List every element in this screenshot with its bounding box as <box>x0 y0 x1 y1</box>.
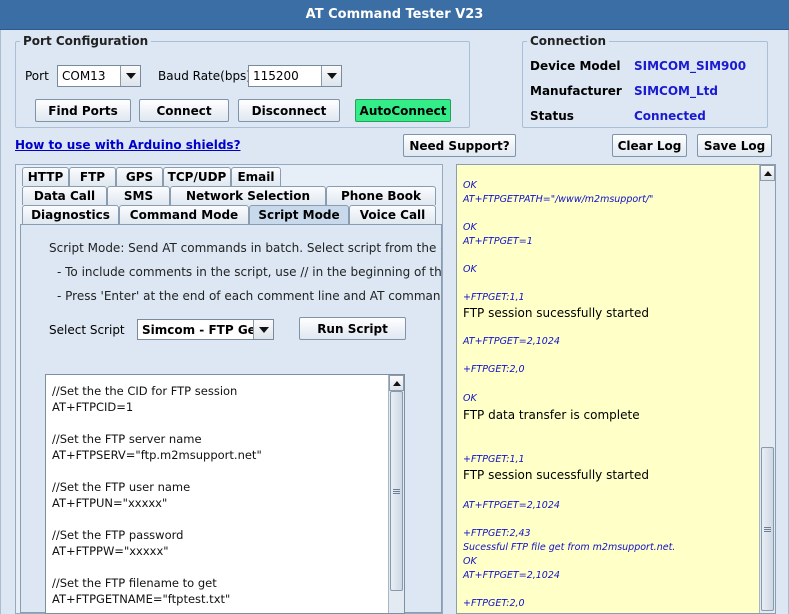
script-line: AT+FTPPW="xxxxx" <box>52 544 169 558</box>
title-bar: AT Command Tester V23 <box>0 0 789 30</box>
script-select-value: Simcom - FTP Get <box>142 322 253 337</box>
script-line: AT+FTPUN="xxxxx" <box>52 496 168 510</box>
log-line: +FTPGET:2,0 <box>463 598 525 609</box>
autoconnect-button[interactable]: AutoConnect <box>355 99 451 122</box>
baud-rate-label: Baud Rate(bps) <box>158 69 251 83</box>
log-line: AT+FTPGET=2,1024 <box>463 336 560 347</box>
script-editor[interactable]: //Set the the CID for FTP session AT+FTP… <box>45 374 405 614</box>
comment-instruction: - To include comments in the script, use… <box>57 265 442 279</box>
script-line: //Set the FTP user name <box>52 480 191 494</box>
status-label: Status <box>530 109 574 123</box>
log-line: AT+FTPGET=2,1024 <box>463 500 560 511</box>
find-ports-button[interactable]: Find Ports <box>35 99 131 122</box>
script-line: AT+FTPSERV="ftp.m2msupport.net" <box>52 448 262 462</box>
log-line: AT+FTPGET=1 <box>463 236 533 247</box>
tab-gps[interactable]: GPS <box>116 167 163 186</box>
script-scroll-thumb[interactable] <box>390 391 403 591</box>
log-panel: OK AT+FTPGETPATH="/www/m2msupport/" OK A… <box>456 164 776 614</box>
baud-rate-value: 115200 <box>253 69 299 83</box>
device-model-label: Device Model <box>530 59 621 73</box>
manufacturer-label: Manufacturer <box>530 84 622 98</box>
port-select[interactable]: COM13 <box>57 65 141 87</box>
log-line: AT+FTPGETPATH="/www/m2msupport/" <box>463 194 654 205</box>
log-line: OK <box>463 556 477 567</box>
run-script-button[interactable]: Run Script <box>299 317 406 340</box>
tab-command-mode[interactable]: Command Mode <box>119 205 249 224</box>
log-line: +FTPGET:1,1 <box>463 292 525 303</box>
enter-instruction: - Press 'Enter' at the end of each comme… <box>57 289 442 303</box>
status-value: Connected <box>634 109 706 123</box>
chevron-down-icon[interactable] <box>321 66 341 86</box>
connect-button[interactable]: Connect <box>139 99 229 122</box>
script-scrollbar[interactable] <box>388 375 404 613</box>
port-label: Port <box>25 69 49 83</box>
tab-phone-book[interactable]: Phone Book <box>326 186 436 205</box>
window-title: AT Command Tester V23 <box>305 7 484 22</box>
chevron-down-icon[interactable] <box>253 320 273 339</box>
select-script-label: Select Script <box>49 323 125 337</box>
tab-data-call[interactable]: Data Call <box>22 186 107 205</box>
log-line: FTP session sucessfully started <box>463 468 650 482</box>
tab-script-mode[interactable]: Script Mode <box>249 205 349 224</box>
log-line: OK <box>463 393 477 404</box>
script-select[interactable]: Simcom - FTP Get <box>137 319 274 340</box>
tab-network-selection[interactable]: Network Selection <box>170 186 326 205</box>
port-select-value: COM13 <box>62 69 106 83</box>
save-log-button[interactable]: Save Log <box>697 134 772 157</box>
script-mode-description: Script Mode: Send AT commands in batch. … <box>49 241 442 255</box>
log-line: +FTPGET:2,43 <box>463 528 531 539</box>
log-scrollbar[interactable] <box>759 165 775 613</box>
tab-email[interactable]: Email <box>231 167 281 186</box>
log-line: FTP session sucessfully started <box>463 306 650 320</box>
port-configuration-legend: Port Configuration <box>23 34 149 48</box>
arduino-shields-link[interactable]: How to use with Arduino shields? <box>15 138 241 152</box>
log-line: OK <box>463 264 477 275</box>
log-scroll-thumb[interactable] <box>761 447 774 611</box>
chevron-down-icon[interactable] <box>120 66 140 86</box>
baud-rate-select[interactable]: 115200 <box>248 65 342 87</box>
tab-sms[interactable]: SMS <box>107 186 170 205</box>
disconnect-button[interactable]: Disconnect <box>238 99 340 122</box>
scroll-up-icon[interactable] <box>389 375 404 391</box>
connection-legend: Connection <box>530 34 607 48</box>
log-line: +FTPGET:2,0 <box>463 364 525 375</box>
tab-tcp-udp[interactable]: TCP/UDP <box>163 167 231 186</box>
script-line: //Set the FTP filename to get <box>52 576 217 590</box>
script-line: AT+FTPGETNAME="ftptest.txt" <box>52 592 231 606</box>
log-line: +FTPGET:1,1 <box>463 454 525 465</box>
need-support-button[interactable]: Need Support? <box>403 134 516 157</box>
tab-http[interactable]: HTTP <box>22 167 69 186</box>
tab-voice-call[interactable]: Voice Call <box>349 205 436 224</box>
script-line: //Set the the CID for FTP session <box>52 384 238 398</box>
script-line: //Set the FTP password <box>52 528 184 542</box>
clear-log-button[interactable]: Clear Log <box>612 134 687 157</box>
script-line: //Set the FTP server name <box>52 432 202 446</box>
main-frame: Port Configuration Port COM13 Baud Rate(… <box>0 30 789 614</box>
manufacturer-value: SIMCOM_Ltd <box>634 84 718 98</box>
log-line: Sucessful FTP file get from m2msupport.n… <box>463 542 676 553</box>
log-line: FTP data transfer is complete <box>463 408 640 422</box>
tab-diagnostics[interactable]: Diagnostics <box>22 205 119 224</box>
device-model-value: SIMCOM_SIM900 <box>634 59 747 73</box>
log-line: OK <box>463 222 477 233</box>
log-line: AT+FTPGET=2,1024 <box>463 570 560 581</box>
script-line: AT+FTPCID=1 <box>52 400 134 414</box>
log-line: OK <box>463 180 477 191</box>
scroll-up-icon[interactable] <box>760 165 775 181</box>
tab-ftp[interactable]: FTP <box>69 167 116 186</box>
